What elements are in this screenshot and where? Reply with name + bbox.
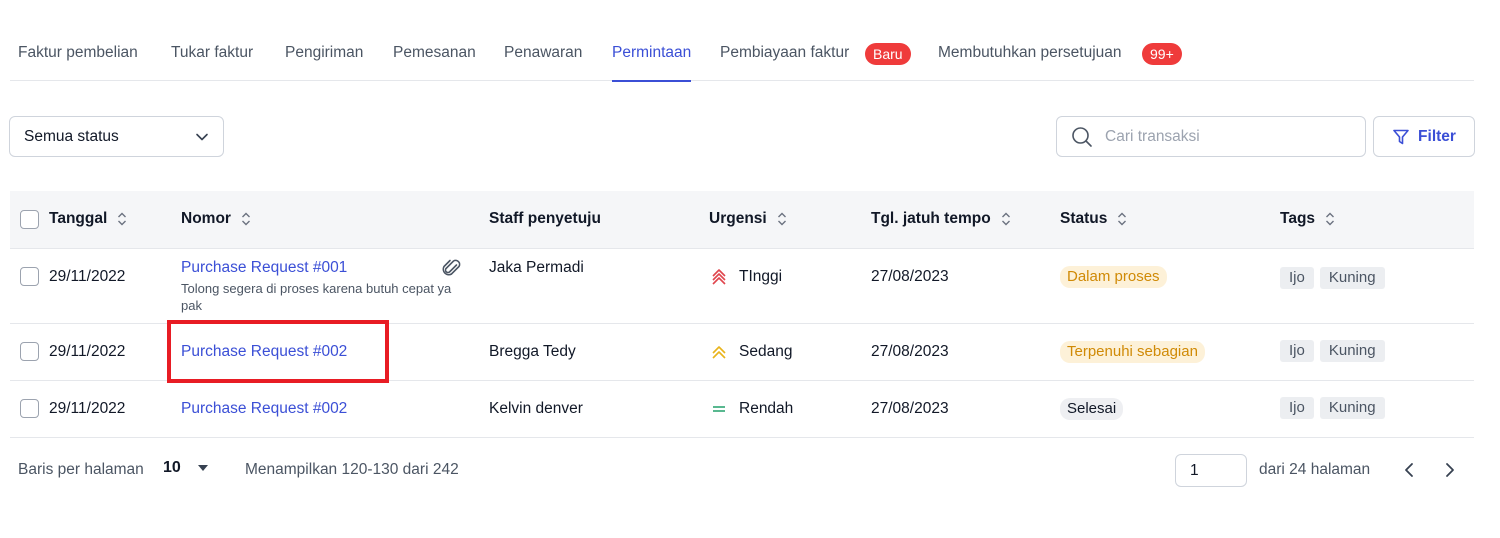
tag: Ijo [1280, 340, 1314, 362]
header-nomor-label: Nomor [181, 210, 231, 227]
page-total: dari 24 halaman [1259, 461, 1371, 478]
tag: Kuning [1319, 397, 1385, 419]
highlight-box [167, 320, 389, 383]
tag: Kuning [1319, 340, 1385, 362]
urgency-high-icon [712, 269, 726, 285]
filter-button[interactable]: Filter [1373, 116, 1475, 157]
row-urgency-label: TInggi [739, 268, 783, 285]
header-jatuh-tempo[interactable]: Tgl. jatuh tempo [871, 210, 1011, 228]
row-urgency-label: Sedang [739, 343, 793, 360]
row-staff: Kelvin denver [489, 400, 583, 417]
sort-icon[interactable] [1001, 211, 1011, 227]
status-badge: Dalam proses [1060, 266, 1167, 288]
status-select[interactable]: Semua status [9, 116, 224, 157]
select-all-checkbox[interactable] [20, 210, 39, 229]
rows-per-page-select[interactable]: 10 [163, 459, 209, 477]
sort-icon[interactable] [117, 211, 127, 227]
new-badge: Baru [865, 43, 911, 65]
row-status: Terpenuhi sebagian [1060, 341, 1205, 363]
sort-icon[interactable] [777, 211, 787, 227]
row-due-date: 27/08/2023 [871, 343, 949, 360]
prev-page-button[interactable] [1399, 460, 1419, 480]
row-staff: Jaka Permadi [489, 259, 584, 276]
showing-range: Menampilkan 120-130 dari 242 [245, 461, 459, 478]
row-date: 29/11/2022 [49, 268, 126, 285]
row-tags: Ijo Kuning [1280, 397, 1391, 419]
sort-icon[interactable] [1325, 211, 1335, 227]
table-row[interactable]: 29/11/2022 Purchase Request #002 Kelvin … [10, 381, 1474, 438]
header-status[interactable]: Status [1060, 210, 1127, 228]
tag: Ijo [1280, 267, 1314, 289]
header-tags[interactable]: Tags [1280, 210, 1335, 228]
row-date: 29/11/2022 [49, 343, 126, 360]
tab-permintaan[interactable]: Permintaan [612, 44, 692, 82]
search-icon [1072, 126, 1092, 147]
header-urgensi[interactable]: Urgensi [709, 210, 787, 228]
sort-icon[interactable] [241, 211, 251, 227]
row-due-date: 27/08/2023 [871, 268, 949, 285]
rows-per-page-value: 10 [163, 459, 181, 476]
sort-icon[interactable] [1117, 211, 1127, 227]
filter-button-label: Filter [1418, 127, 1456, 145]
rows-per-page-label: Baris per halaman [18, 461, 144, 478]
tab-pengiriman[interactable]: Pengiriman [285, 44, 363, 81]
next-page-button[interactable] [1440, 460, 1460, 480]
header-tags-label: Tags [1280, 210, 1316, 227]
row-number-link[interactable]: Purchase Request #002 [181, 400, 347, 418]
tab-pembiayaan-faktur[interactable]: Pembiayaan faktur [720, 44, 849, 81]
row-note: Tolong segera di proses karena butuh cep… [181, 281, 452, 313]
tab-penawaran[interactable]: Penawaran [504, 44, 582, 81]
tab-tukar-faktur[interactable]: Tukar faktur [171, 44, 253, 81]
chevron-down-icon [196, 133, 208, 140]
row-urgency-label: Rendah [739, 400, 794, 417]
header-staff-label: Staff penyetuju [489, 210, 601, 227]
status-select-value: Semua status [24, 127, 119, 145]
row-number-link[interactable]: Purchase Request #001 [181, 259, 347, 277]
row-urgency: TInggi [711, 268, 782, 286]
row-staff: Bregga Tedy [489, 343, 576, 360]
filter-icon [1393, 129, 1409, 144]
page-number-input[interactable] [1175, 454, 1247, 487]
search-input[interactable] [1105, 127, 1345, 146]
header-tanggal-label: Tanggal [49, 210, 108, 227]
table-header: Tanggal Nomor Staff penyetuju Urgensi Tg… [10, 191, 1474, 249]
status-badge: Selesai [1060, 398, 1124, 420]
row-tags: Ijo Kuning [1280, 340, 1391, 362]
tab-pemesanan[interactable]: Pemesanan [393, 44, 476, 81]
chevron-right-icon [1446, 463, 1454, 477]
approval-count-badge: 99+ [1142, 43, 1182, 65]
row-due-date: 27/08/2023 [871, 400, 949, 417]
urgency-low-icon [713, 406, 725, 412]
header-urgensi-label: Urgensi [709, 210, 767, 227]
urgency-medium-icon [712, 346, 726, 359]
row-checkbox[interactable] [20, 342, 39, 361]
search-box[interactable] [1056, 116, 1366, 157]
tab-bar: Faktur pembelian Tukar faktur Pengiriman… [10, 0, 1474, 82]
tag: Kuning [1319, 267, 1385, 289]
caret-down-icon [197, 465, 208, 471]
table-row[interactable]: 29/11/2022 Purchase Request #001 Tolong … [10, 249, 1474, 324]
row-checkbox[interactable] [20, 399, 39, 418]
status-badge: Terpenuhi sebagian [1060, 341, 1205, 363]
header-nomor[interactable]: Nomor [181, 210, 251, 228]
tag: Ijo [1280, 397, 1314, 419]
paperclip-icon[interactable] [441, 257, 463, 279]
tab-membutuhkan-persetujuan[interactable]: Membutuhkan persetujuan [938, 44, 1122, 81]
row-urgency: Sedang [711, 343, 792, 361]
row-urgency: Rendah [711, 400, 793, 418]
row-date: 29/11/2022 [49, 400, 126, 417]
header-staff-penyetuju: Staff penyetuju [489, 210, 601, 228]
header-jatuh-tempo-label: Tgl. jatuh tempo [871, 210, 991, 227]
row-tags: Ijo Kuning [1280, 267, 1391, 289]
header-tanggal[interactable]: Tanggal [49, 210, 127, 228]
row-status: Dalam proses [1060, 266, 1167, 288]
header-status-label: Status [1060, 210, 1108, 227]
tab-faktur-pembelian[interactable]: Faktur pembelian [18, 44, 138, 81]
row-checkbox[interactable] [20, 267, 39, 286]
row-status: Selesai [1060, 398, 1124, 420]
chevron-left-icon [1405, 463, 1413, 477]
